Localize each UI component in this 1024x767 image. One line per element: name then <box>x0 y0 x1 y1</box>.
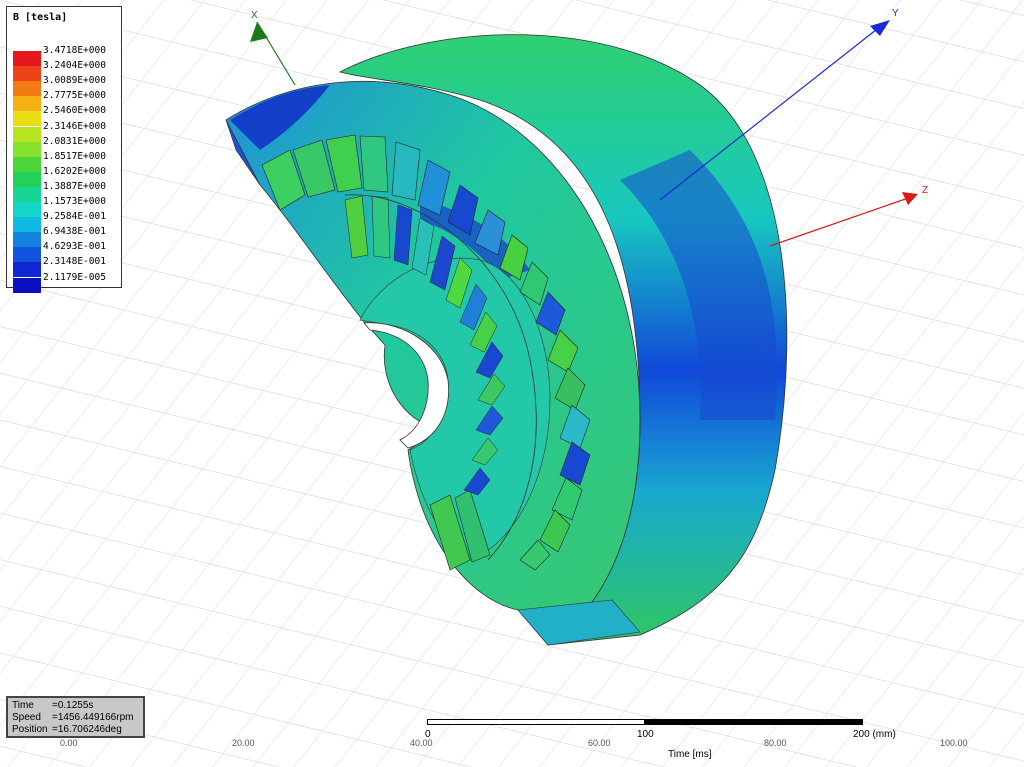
legend-label: 2.3146E+000 <box>43 120 106 132</box>
status-time-row: Time =0.1255s <box>12 700 93 711</box>
simulation-status-box: Time =0.1255s Speed =1456.449166rpm Positi… <box>6 696 145 738</box>
x-axis-label: X <box>251 10 258 21</box>
legend-swatch <box>13 141 41 157</box>
legend-swatch <box>13 186 41 202</box>
legend-label: 1.8517E+000 <box>43 150 106 162</box>
legend-label: 6.9438E-001 <box>43 226 106 238</box>
status-time-value: =0.1255s <box>52 700 94 711</box>
scale-bar: 0 100 200 (mm) <box>425 719 896 759</box>
legend-swatch <box>13 277 41 293</box>
time-axis-title: Time [ms] <box>668 749 712 760</box>
legend-label: 1.1573E+000 <box>43 196 106 207</box>
legend-label: 3.2404E+000 <box>43 60 106 72</box>
status-speed-value: =1456.449166rpm <box>52 712 134 723</box>
background-tick-label: 100.00 <box>940 738 968 748</box>
legend-swatch <box>13 111 41 127</box>
legend-swatch <box>13 232 41 248</box>
legend-swatch <box>13 66 41 82</box>
legend-label: 2.0831E+000 <box>43 135 106 147</box>
y-axis-label: Y <box>892 8 899 19</box>
status-position-value: =16.706246deg <box>52 724 122 735</box>
scale-bar-segment-white <box>427 719 645 725</box>
legend-label: 1.6202E+000 <box>43 165 106 177</box>
status-position-key: Position <box>12 724 48 735</box>
legend-label: 3.4718E+000 <box>43 45 106 56</box>
legend-label: 4.6293E-001 <box>43 241 106 253</box>
legend-label: 2.5460E+000 <box>43 105 106 117</box>
legend-swatch <box>13 51 41 66</box>
legend-swatch <box>13 156 41 172</box>
scale-tick-0: 0 <box>425 729 431 740</box>
legend-title: B [tesla] <box>13 12 68 23</box>
status-speed-key: Speed <box>12 712 41 723</box>
legend-swatch <box>13 96 41 112</box>
status-position-row: Position =16.706246deg <box>12 724 122 735</box>
legend-label: 2.3148E-001 <box>43 256 106 268</box>
legend-swatch <box>13 126 41 142</box>
3d-viewport[interactable]: X Y Z <box>0 0 1024 767</box>
legend-swatch <box>13 262 41 278</box>
legend-swatch <box>13 81 41 97</box>
legend-label: 3.0089E+000 <box>43 75 106 87</box>
legend-label: 1.3887E+000 <box>43 180 106 192</box>
background-tick-label: 0.00 <box>60 738 78 748</box>
status-time-key: Time <box>12 700 34 711</box>
legend-swatch <box>13 217 41 233</box>
legend-label: 2.7775E+000 <box>43 90 106 102</box>
field-legend: B [tesla] 3.4718E+000 3.2404E+000 3.0089E+… <box>6 6 122 293</box>
background-tick-label: 20.00 <box>232 738 255 748</box>
legend-swatch <box>13 202 41 217</box>
legend-swatch <box>13 171 41 187</box>
legend-label: 2.1179E-005 <box>43 271 106 283</box>
legend-swatch <box>13 247 41 263</box>
legend-entry: 2.1179E-005 <box>13 272 121 293</box>
scale-tick-200: 200 (mm) <box>853 729 896 740</box>
status-speed-row: Speed =1456.449166rpm <box>12 712 133 723</box>
scale-tick-100: 100 <box>637 729 654 740</box>
z-axis-label: Z <box>922 185 928 196</box>
scale-bar-segment-black <box>645 719 863 725</box>
legend-label: 9.2584E-001 <box>43 211 106 223</box>
